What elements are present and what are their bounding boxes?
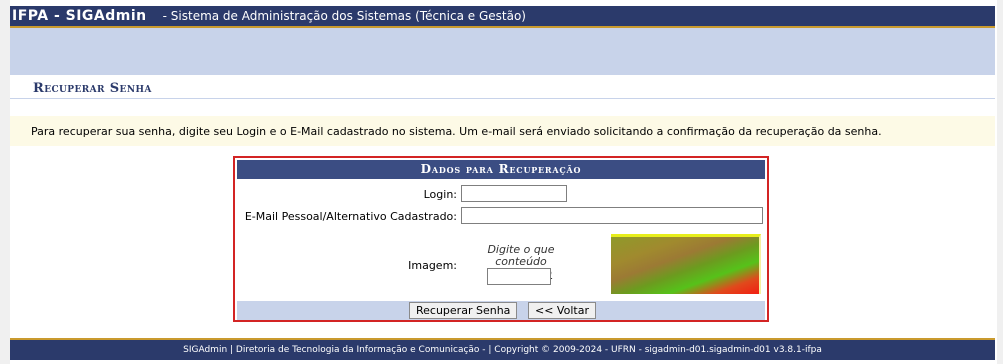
captcha-input[interactable]	[487, 268, 551, 285]
captcha-image	[611, 234, 761, 294]
login-input[interactable]	[461, 185, 567, 202]
footer-text: SIGAdmin | Diretoria de Tecnologia da In…	[183, 345, 822, 355]
system-subtitle: - Sistema de Administração dos Sistemas …	[162, 9, 526, 23]
recovery-form: Dados para Recuperação Login: E-Mail Pes…	[233, 156, 769, 322]
form-footer: Recuperar Senha << Voltar	[237, 301, 765, 320]
info-text: Para recuperar sua senha, digite seu Log…	[31, 124, 882, 138]
footer: SIGAdmin | Diretoria de Tecnologia da In…	[10, 340, 995, 360]
info-message: Para recuperar sua senha, digite seu Log…	[10, 116, 995, 146]
login-label: Login:	[423, 188, 457, 201]
captcha-hint-line1: Digite o que conteúdo	[487, 243, 555, 268]
page: IFPA - SIGAdmin - Sistema de Administraç…	[0, 0, 1003, 364]
email-input[interactable]	[461, 207, 763, 224]
right-margin	[997, 0, 1003, 364]
page-title: Recuperar Senha	[33, 81, 152, 96]
recover-password-button[interactable]: Recuperar Senha	[409, 302, 518, 319]
system-name: IFPA - SIGAdmin	[12, 8, 147, 24]
header-bar: IFPA - SIGAdmin - Sistema de Administraç…	[10, 6, 995, 28]
image-label: Imagem:	[408, 259, 457, 272]
left-margin	[0, 0, 10, 364]
header-band	[10, 28, 995, 75]
email-label: E-Mail Pessoal/Alternativo Cadastrado:	[244, 210, 457, 223]
page-title-bar: Recuperar Senha	[10, 78, 995, 99]
back-button[interactable]: << Voltar	[528, 302, 596, 319]
form-caption: Dados para Recuperação	[237, 160, 765, 179]
